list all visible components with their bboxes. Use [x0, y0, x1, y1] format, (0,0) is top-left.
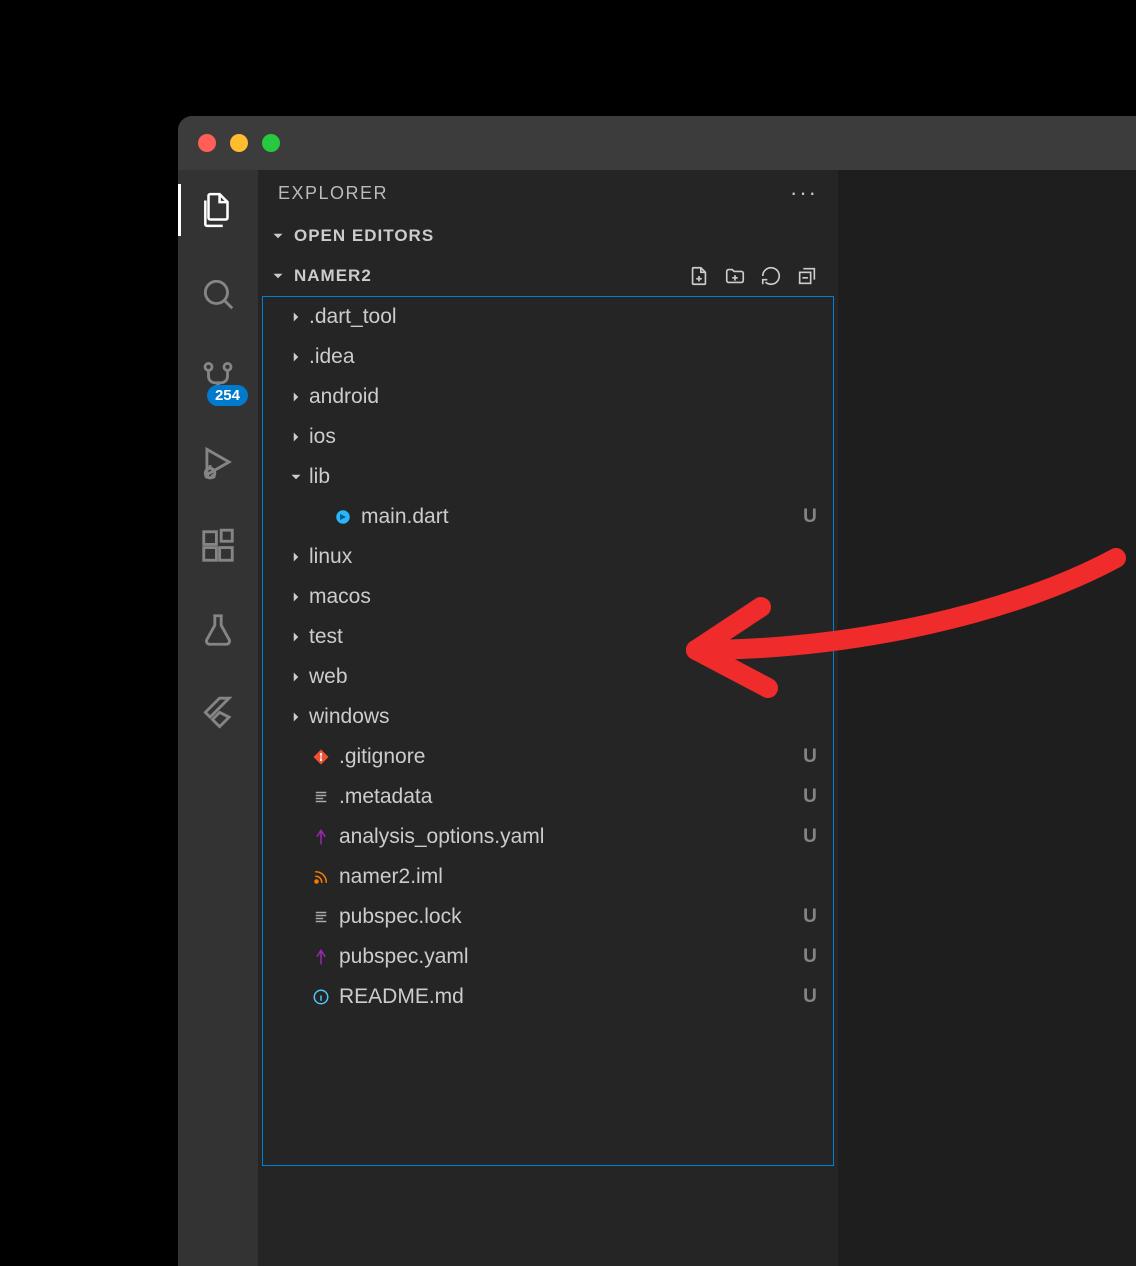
git-status: U [799, 786, 821, 808]
yaml-icon [309, 828, 333, 846]
window-minimize-button[interactable] [230, 134, 248, 152]
open-editors-section-header[interactable]: OPEN EDITORS [258, 216, 838, 256]
lines-icon [309, 788, 333, 806]
git-status: U [799, 506, 821, 528]
chevron-right-icon [283, 668, 309, 686]
project-title: NAMER2 [294, 266, 372, 286]
yaml-icon [309, 948, 333, 966]
chevron-down-icon [268, 266, 288, 286]
file-analysis_options.yaml[interactable]: analysis_options.yamlU [263, 817, 833, 857]
folder-ios[interactable]: ios [263, 417, 833, 457]
folder-web[interactable]: web [263, 657, 833, 697]
tree-item-label: windows [309, 705, 799, 729]
activity-bar: 254 [178, 170, 258, 1266]
file-pubspec.lock[interactable]: pubspec.lockU [263, 897, 833, 937]
window-close-button[interactable] [198, 134, 216, 152]
tree-item-label: linux [309, 545, 799, 569]
collapse-all-icon[interactable] [796, 265, 818, 287]
git-status: U [799, 906, 821, 928]
tree-item-label: namer2.iml [339, 865, 799, 889]
files-icon [199, 191, 237, 229]
chevron-right-icon [283, 308, 309, 326]
window-zoom-button[interactable] [262, 134, 280, 152]
chevron-right-icon [283, 428, 309, 446]
chevron-down-icon [268, 226, 288, 246]
refresh-icon[interactable] [760, 265, 782, 287]
info-icon [309, 988, 333, 1006]
file-namer2.iml[interactable]: namer2.iml [263, 857, 833, 897]
tree-item-label: .idea [309, 345, 799, 369]
tree-item-label: .metadata [339, 785, 799, 809]
folder-test[interactable]: test [263, 617, 833, 657]
folder-linux[interactable]: linux [263, 537, 833, 577]
explorer-sidebar: EXPLORER ··· OPEN EDITORS NAMER2 [258, 170, 838, 1266]
sidebar-title: EXPLORER [278, 183, 388, 204]
tree-item-label: test [309, 625, 799, 649]
editor-area[interactable] [838, 170, 1136, 1266]
activity-search[interactable] [196, 272, 240, 316]
activity-extensions[interactable] [196, 524, 240, 568]
chevron-right-icon [283, 588, 309, 606]
tree-item-label: README.md [339, 985, 799, 1009]
chevron-down-icon [283, 468, 309, 486]
tree-item-label: pubspec.yaml [339, 945, 799, 969]
folder-windows[interactable]: windows [263, 697, 833, 737]
chevron-right-icon [283, 708, 309, 726]
tree-item-label: main.dart [361, 505, 799, 529]
file-.gitignore[interactable]: .gitignoreU [263, 737, 833, 777]
file-.metadata[interactable]: .metadataU [263, 777, 833, 817]
flask-icon [199, 611, 237, 649]
activity-explorer[interactable] [196, 188, 240, 232]
activity-run-debug[interactable] [196, 440, 240, 484]
git-status: U [799, 826, 821, 848]
debug-icon [199, 443, 237, 481]
project-section-header[interactable]: NAMER2 [258, 256, 838, 296]
git-status: U [799, 946, 821, 968]
file-pubspec.yaml[interactable]: pubspec.yamlU [263, 937, 833, 977]
activity-flutter[interactable] [196, 692, 240, 736]
tree-item-label: .dart_tool [309, 305, 799, 329]
file-tree: .dart_tool.ideaandroidioslibmain.dartUli… [262, 296, 834, 1166]
git-status: U [799, 746, 821, 768]
title-bar[interactable] [178, 116, 1136, 170]
activity-source-control[interactable]: 254 [196, 356, 240, 400]
vscode-window: 254 [178, 116, 1136, 1266]
chevron-right-icon [283, 548, 309, 566]
folder-.dart_tool[interactable]: .dart_tool [263, 297, 833, 337]
rss-icon [309, 868, 333, 886]
tree-item-label: ios [309, 425, 799, 449]
chevron-right-icon [283, 388, 309, 406]
tree-item-label: android [309, 385, 799, 409]
flutter-icon [199, 695, 237, 733]
folder-macos[interactable]: macos [263, 577, 833, 617]
new-file-icon[interactable] [688, 265, 710, 287]
file-README.md[interactable]: README.mdU [263, 977, 833, 1017]
new-folder-icon[interactable] [724, 265, 746, 287]
tree-item-label: .gitignore [339, 745, 799, 769]
tree-item-label: lib [309, 465, 799, 489]
dart-icon [331, 508, 355, 526]
tree-item-label: macos [309, 585, 799, 609]
folder-lib[interactable]: lib [263, 457, 833, 497]
activity-testing[interactable] [196, 608, 240, 652]
folder-.idea[interactable]: .idea [263, 337, 833, 377]
source-control-badge: 254 [207, 385, 248, 406]
extensions-icon [199, 527, 237, 565]
git-icon [309, 748, 333, 766]
tree-item-label: analysis_options.yaml [339, 825, 799, 849]
chevron-right-icon [283, 348, 309, 366]
sidebar-more-button[interactable]: ··· [790, 180, 818, 206]
lines-icon [309, 908, 333, 926]
folder-android[interactable]: android [263, 377, 833, 417]
open-editors-title: OPEN EDITORS [294, 226, 434, 246]
tree-item-label: web [309, 665, 799, 689]
file-main.dart[interactable]: main.dartU [263, 497, 833, 537]
search-icon [199, 275, 237, 313]
tree-item-label: pubspec.lock [339, 905, 799, 929]
git-status: U [799, 986, 821, 1008]
chevron-right-icon [283, 628, 309, 646]
